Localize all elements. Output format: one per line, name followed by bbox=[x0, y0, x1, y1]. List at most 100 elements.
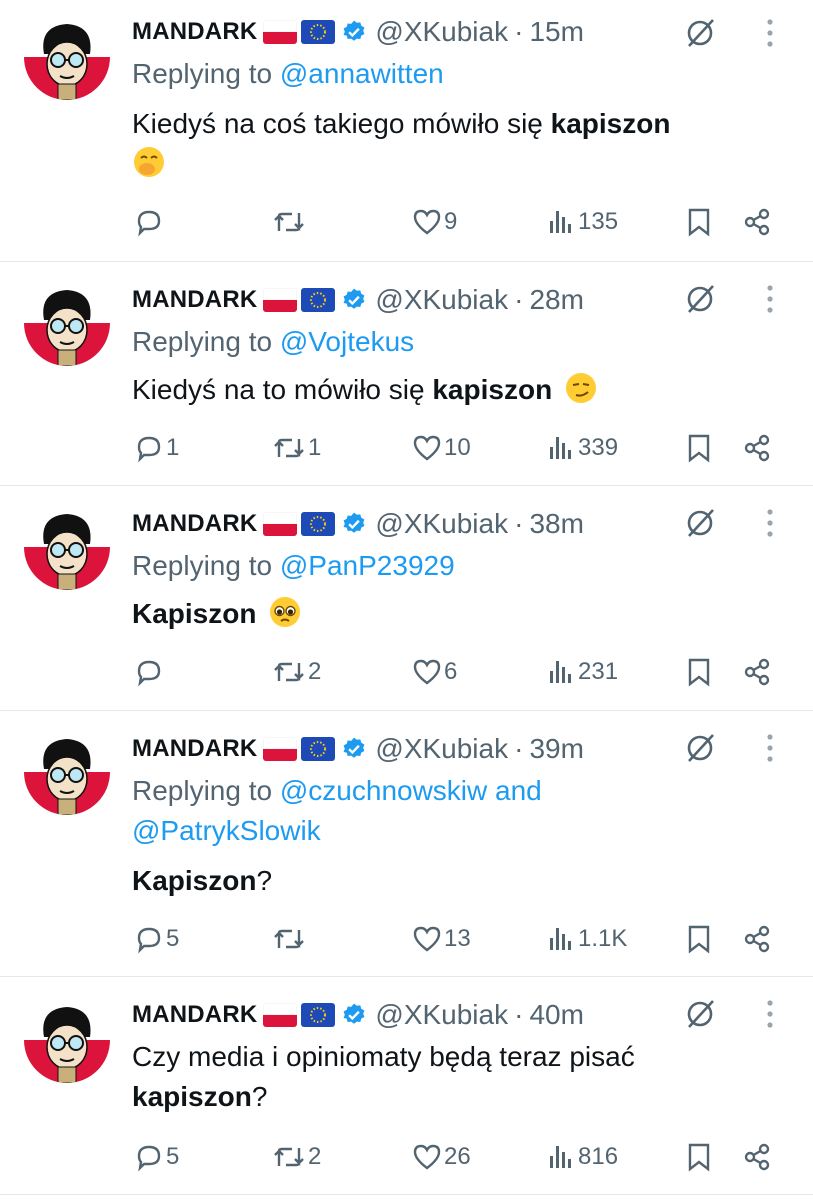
avatar[interactable] bbox=[24, 14, 110, 100]
grok-icon[interactable] bbox=[683, 997, 717, 1036]
display-name[interactable]: MANDARK bbox=[132, 286, 257, 314]
tweet-text-bold: kapiszon bbox=[550, 108, 671, 139]
avatar[interactable] bbox=[24, 997, 110, 1083]
handle[interactable]: @XKubiak bbox=[375, 284, 508, 316]
bar-chart-icon bbox=[550, 1146, 571, 1168]
share-icon bbox=[744, 925, 770, 953]
grok-icon[interactable] bbox=[683, 16, 717, 55]
retweet-count: 2 bbox=[308, 1143, 322, 1170]
views-button[interactable]: 135 bbox=[546, 202, 618, 242]
mention-link[interactable]: @annawitten bbox=[280, 58, 444, 89]
reply-button[interactable]: 5 bbox=[134, 1137, 179, 1177]
speech-bubble-icon bbox=[137, 210, 161, 237]
mention-link[interactable]: @PatrykSlowik bbox=[132, 815, 321, 846]
tweet-text: Kiedyś na to mówiło się kapiszon bbox=[132, 370, 773, 416]
share-icon bbox=[744, 434, 770, 462]
heart-icon bbox=[413, 209, 441, 235]
reply-button[interactable] bbox=[134, 202, 166, 242]
tweet-text-line1: Czy media i opiniomaty będą teraz pisać bbox=[132, 1041, 635, 1072]
retweet-button[interactable]: 2 bbox=[272, 1137, 321, 1177]
tweet[interactable]: MANDARK @XKubiak · 38m Replying to @PanP… bbox=[0, 486, 813, 711]
grok-icon[interactable] bbox=[683, 506, 717, 545]
mention-link[interactable]: @Vojtekus bbox=[280, 326, 414, 357]
verified-badge-icon bbox=[341, 1002, 367, 1028]
separator-dot: · bbox=[514, 508, 524, 539]
more-options-icon[interactable] bbox=[760, 997, 780, 1036]
speech-bubble-icon bbox=[137, 660, 161, 687]
views-button[interactable]: 816 bbox=[546, 1137, 618, 1177]
retweet-arrows-icon bbox=[274, 438, 304, 458]
reply-button[interactable]: 5 bbox=[134, 919, 179, 959]
display-name[interactable]: MANDARK bbox=[132, 735, 257, 763]
handle[interactable]: @XKubiak bbox=[375, 999, 508, 1031]
more-options-icon[interactable] bbox=[760, 731, 780, 770]
heart-icon bbox=[413, 435, 441, 461]
poland-flag-icon bbox=[263, 512, 298, 536]
handle[interactable]: @XKubiak bbox=[375, 508, 508, 540]
poland-flag-icon bbox=[263, 20, 298, 44]
like-button[interactable]: 26 bbox=[412, 1137, 471, 1177]
like-button[interactable]: 10 bbox=[412, 428, 471, 468]
reply-button[interactable] bbox=[134, 652, 166, 692]
retweet-button[interactable]: 1 bbox=[272, 428, 321, 468]
views-button[interactable]: 1.1K bbox=[546, 919, 627, 959]
timestamp[interactable]: 28m bbox=[529, 284, 583, 316]
views-count: 1.1K bbox=[578, 925, 628, 952]
tweet[interactable]: MANDARK @XKubiak · 39m Replying to @czuc… bbox=[0, 711, 813, 977]
more-options-icon[interactable] bbox=[760, 16, 780, 55]
speech-bubble-icon bbox=[137, 436, 161, 463]
views-button[interactable]: 339 bbox=[546, 428, 618, 468]
avatar[interactable] bbox=[24, 504, 110, 590]
timestamp[interactable]: 38m bbox=[529, 508, 583, 540]
handle[interactable]: @XKubiak bbox=[375, 733, 508, 765]
flag-emojis bbox=[263, 20, 336, 44]
views-button[interactable]: 231 bbox=[546, 652, 618, 692]
share-button[interactable] bbox=[742, 919, 772, 959]
like-button[interactable]: 6 bbox=[412, 652, 457, 692]
grok-icon[interactable] bbox=[683, 731, 717, 770]
mention-link[interactable]: @czuchnowskiw bbox=[280, 775, 487, 806]
display-name[interactable]: MANDARK bbox=[132, 1001, 257, 1029]
bar-chart-icon bbox=[550, 928, 571, 950]
like-button[interactable]: 13 bbox=[412, 919, 471, 959]
tweet-feed: MANDARK @XKubiak · 15m Replying to @anna… bbox=[0, 0, 813, 1200]
retweet-button[interactable] bbox=[272, 919, 308, 959]
timestamp[interactable]: 40m bbox=[529, 999, 583, 1031]
avatar[interactable] bbox=[24, 729, 110, 815]
handle[interactable]: @XKubiak bbox=[375, 16, 508, 48]
eu-flag-icon bbox=[301, 1003, 336, 1027]
share-button[interactable] bbox=[742, 1137, 772, 1177]
like-button[interactable]: 9 bbox=[412, 202, 457, 242]
retweet-button[interactable] bbox=[272, 202, 308, 242]
bookmark-button[interactable] bbox=[686, 652, 712, 692]
tweet[interactable]: MANDARK @XKubiak · 15m Replying to @anna… bbox=[0, 0, 813, 262]
bookmark-button[interactable] bbox=[686, 919, 712, 959]
share-button[interactable] bbox=[742, 202, 772, 242]
mention-link[interactable]: @PanP23929 bbox=[280, 550, 455, 581]
bookmark-button[interactable] bbox=[686, 1137, 712, 1177]
tweet-actions: 1 1 10 339 bbox=[0, 428, 813, 468]
verified-badge-icon bbox=[341, 736, 367, 762]
display-name[interactable]: MANDARK bbox=[132, 18, 257, 46]
grok-icon[interactable] bbox=[683, 282, 717, 321]
bookmark-icon bbox=[688, 925, 710, 954]
retweet-button[interactable]: 2 bbox=[272, 652, 321, 692]
tweet-text-plain: Kiedyś na coś takiego mówiło się bbox=[132, 108, 543, 139]
tweet-text: Kiedyś na coś takiego mówiło się kapiszo… bbox=[132, 104, 773, 190]
timestamp[interactable]: 15m bbox=[529, 16, 583, 48]
tweet-text-bold: Kapiszon bbox=[132, 865, 257, 896]
share-button[interactable] bbox=[742, 652, 772, 692]
bookmark-button[interactable] bbox=[686, 202, 712, 242]
reply-button[interactable]: 1 bbox=[134, 428, 179, 468]
display-name[interactable]: MANDARK bbox=[132, 510, 257, 538]
tweet[interactable]: MANDARK @XKubiak · 40m Czy media i opini… bbox=[0, 977, 813, 1195]
more-options-icon[interactable] bbox=[760, 282, 780, 321]
timestamp[interactable]: 39m bbox=[529, 733, 583, 765]
share-button[interactable] bbox=[742, 428, 772, 468]
avatar[interactable] bbox=[24, 280, 110, 366]
separator-dot: · bbox=[514, 16, 524, 47]
tweet[interactable]: MANDARK @XKubiak · 28m Replying to @Vojt… bbox=[0, 262, 813, 486]
bookmark-button[interactable] bbox=[686, 428, 712, 468]
eu-flag-icon bbox=[301, 20, 336, 44]
more-options-icon[interactable] bbox=[760, 506, 780, 545]
